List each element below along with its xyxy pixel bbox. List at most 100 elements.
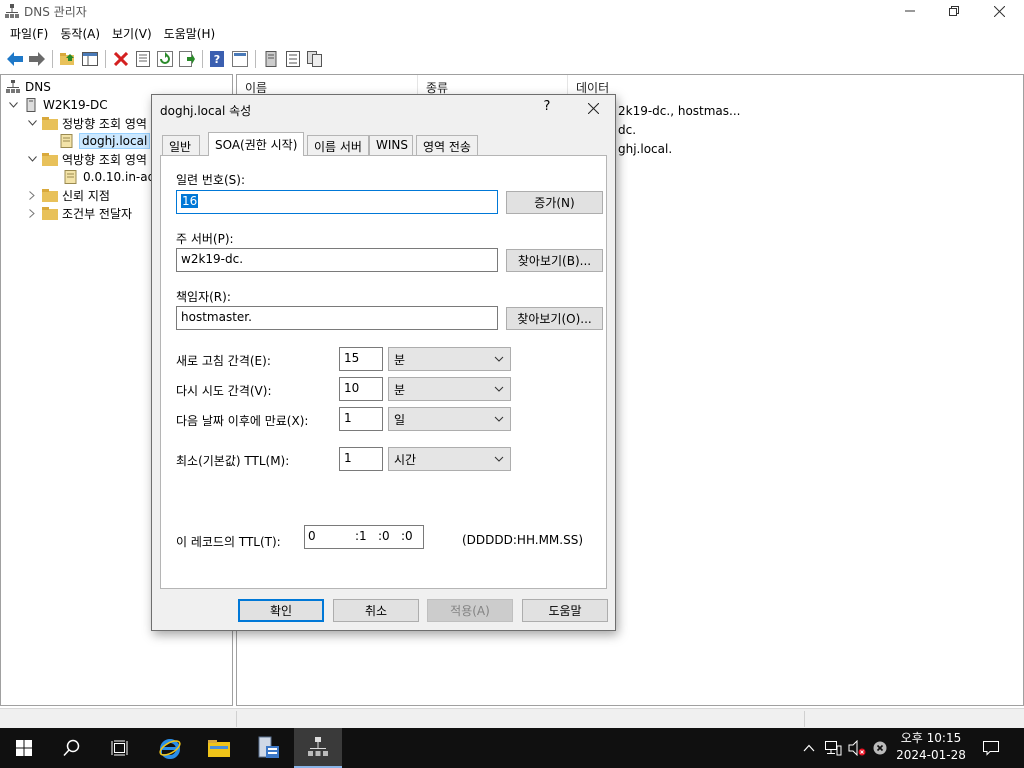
close-icon	[587, 102, 599, 114]
browse-primary-server-button[interactable]: 찾아보기(B)...	[506, 249, 603, 272]
dns-manager-icon	[308, 737, 328, 756]
back-arrow-icon	[7, 51, 23, 66]
increment-button[interactable]: 증가(N)	[506, 191, 603, 214]
refresh-interval-unit-select[interactable]: 분	[388, 347, 511, 371]
refresh-interval-field[interactable]: 15	[339, 347, 383, 371]
record-ttl-seconds[interactable]: :0	[401, 529, 413, 543]
delete-button[interactable]	[110, 48, 132, 70]
record-ttl-hours[interactable]: :1	[355, 529, 367, 543]
retry-interval-unit-select[interactable]: 분	[388, 377, 511, 401]
expire-after-field[interactable]: 1	[339, 407, 383, 431]
show-hidden-icons-button[interactable]	[800, 728, 818, 768]
chevron-right-icon[interactable]	[26, 189, 38, 201]
server-manager-icon	[258, 736, 279, 758]
internet-explorer-button[interactable]	[146, 728, 194, 768]
refresh-button[interactable]	[154, 48, 176, 70]
record-ttl-days[interactable]: 0	[308, 529, 316, 543]
browse-responsible-button[interactable]: 찾아보기(O)...	[506, 307, 603, 330]
export-list-icon	[179, 50, 195, 67]
chevron-down-icon	[494, 386, 504, 392]
dns-list-icon	[286, 50, 300, 67]
primary-server-field[interactable]: w2k19-dc.	[176, 248, 498, 272]
tree-node-server[interactable]: W2K19-DC	[7, 96, 108, 114]
expire-unit-value: 일	[394, 413, 406, 427]
minimize-button[interactable]	[887, 0, 933, 22]
taskbar-clock[interactable]: 오후 10:15 2024-01-28	[890, 730, 972, 766]
tree-node-doghj-local[interactable]: doghj.local	[59, 132, 151, 150]
start-button[interactable]	[0, 728, 48, 768]
list-row-data[interactable]: 2k19-dc., hostmas...	[618, 104, 740, 118]
dns-record-button[interactable]	[260, 48, 282, 70]
serial-number-field[interactable]: 16	[176, 190, 498, 214]
toolbar-separator	[202, 49, 203, 68]
tree-node-conditional-forwarders[interactable]: 조건부 전달자	[26, 204, 132, 222]
show-hide-tree-button[interactable]	[79, 48, 101, 70]
serial-number-value: 16	[181, 194, 199, 208]
tree-node-dns[interactable]: DNS	[5, 78, 51, 96]
list-row-data[interactable]: ghj.local.	[618, 142, 672, 156]
minimum-ttl-field[interactable]: 1	[339, 447, 383, 471]
serial-label: 일련 번호(S):	[176, 173, 245, 187]
dns-root-icon	[6, 80, 20, 93]
network-button[interactable]	[822, 728, 844, 768]
responsible-person-field[interactable]: hostmaster.	[176, 306, 498, 330]
action-center-button[interactable]	[980, 728, 1002, 768]
chevron-right-icon[interactable]	[26, 207, 38, 219]
task-view-button[interactable]	[96, 728, 144, 768]
notification-error-button[interactable]	[870, 728, 890, 768]
tab-general[interactable]: 일반	[162, 135, 200, 155]
tab-name-servers[interactable]: 이름 서버	[307, 135, 369, 155]
tab-soa[interactable]: SOA(권한 시작)	[208, 132, 304, 156]
chevron-down-icon[interactable]	[7, 99, 19, 111]
export-list-button[interactable]	[176, 48, 198, 70]
ok-button[interactable]: 확인	[238, 599, 324, 622]
retry-interval-field[interactable]: 10	[339, 377, 383, 401]
back-button[interactable]	[4, 48, 26, 70]
tree-label-server: W2K19-DC	[43, 98, 108, 112]
tab-wins[interactable]: WINS	[369, 135, 413, 155]
up-one-level-button[interactable]	[57, 48, 79, 70]
clock-date: 2024-01-28	[896, 748, 966, 762]
help-button[interactable]: ?	[207, 48, 229, 70]
console-pane-icon	[232, 50, 248, 67]
search-button[interactable]	[48, 728, 96, 768]
apply-button[interactable]: 적용(A)	[427, 599, 513, 622]
properties-button[interactable]	[132, 48, 154, 70]
show-hidden-icons-chevron	[803, 744, 815, 752]
folder-icon	[42, 189, 58, 202]
forward-button[interactable]	[26, 48, 48, 70]
file-explorer-button[interactable]	[195, 728, 243, 768]
record-ttl-minutes[interactable]: :0	[378, 529, 390, 543]
help-button[interactable]: 도움말	[522, 599, 608, 622]
cancel-button[interactable]: 취소	[333, 599, 419, 622]
console-pane-button[interactable]	[229, 48, 251, 70]
dialog-help-button[interactable]: ?	[540, 99, 554, 115]
expire-after-unit-select[interactable]: 일	[388, 407, 511, 431]
dialog-close-button[interactable]	[580, 97, 606, 119]
list-row-data[interactable]: dc.	[618, 123, 636, 137]
list-view-button[interactable]	[282, 48, 304, 70]
menu-help[interactable]: 도움말(H)	[158, 25, 222, 42]
tab-zone-transfers[interactable]: 영역 전송	[416, 135, 478, 155]
restore-button[interactable]	[931, 0, 977, 22]
tree-node-reverse-zones[interactable]: 역방향 조회 영역	[26, 150, 147, 168]
tree-node-forward-zones[interactable]: 정방향 조회 영역	[26, 114, 147, 132]
menu-view[interactable]: 보기(V)	[106, 25, 158, 42]
record-ttl-field[interactable]: 0 :1 :0 :0	[304, 525, 424, 549]
tree-node-trust-points[interactable]: 신뢰 지점	[26, 186, 110, 204]
close-button[interactable]	[976, 0, 1022, 22]
chevron-down-icon[interactable]	[26, 153, 38, 165]
menu-action[interactable]: 동작(A)	[54, 25, 106, 42]
dns-manager-taskbar-button[interactable]	[294, 728, 342, 768]
volume-button[interactable]	[846, 728, 868, 768]
chevron-down-icon[interactable]	[26, 117, 38, 129]
refresh-unit-value: 분	[394, 353, 406, 367]
minimum-ttl-unit-select[interactable]: 시간	[388, 447, 511, 471]
server-manager-button[interactable]	[244, 728, 292, 768]
menu-file[interactable]: 파일(F)	[4, 25, 54, 42]
server-button[interactable]	[304, 48, 326, 70]
volume-muted-icon	[848, 740, 866, 756]
dns-record-icon	[265, 50, 277, 67]
retry-unit-value: 분	[394, 383, 406, 397]
soa-tab-panel: 일련 번호(S): 16 증가(N) 주 서버(P): w2k19-dc. 찾아…	[160, 155, 607, 589]
